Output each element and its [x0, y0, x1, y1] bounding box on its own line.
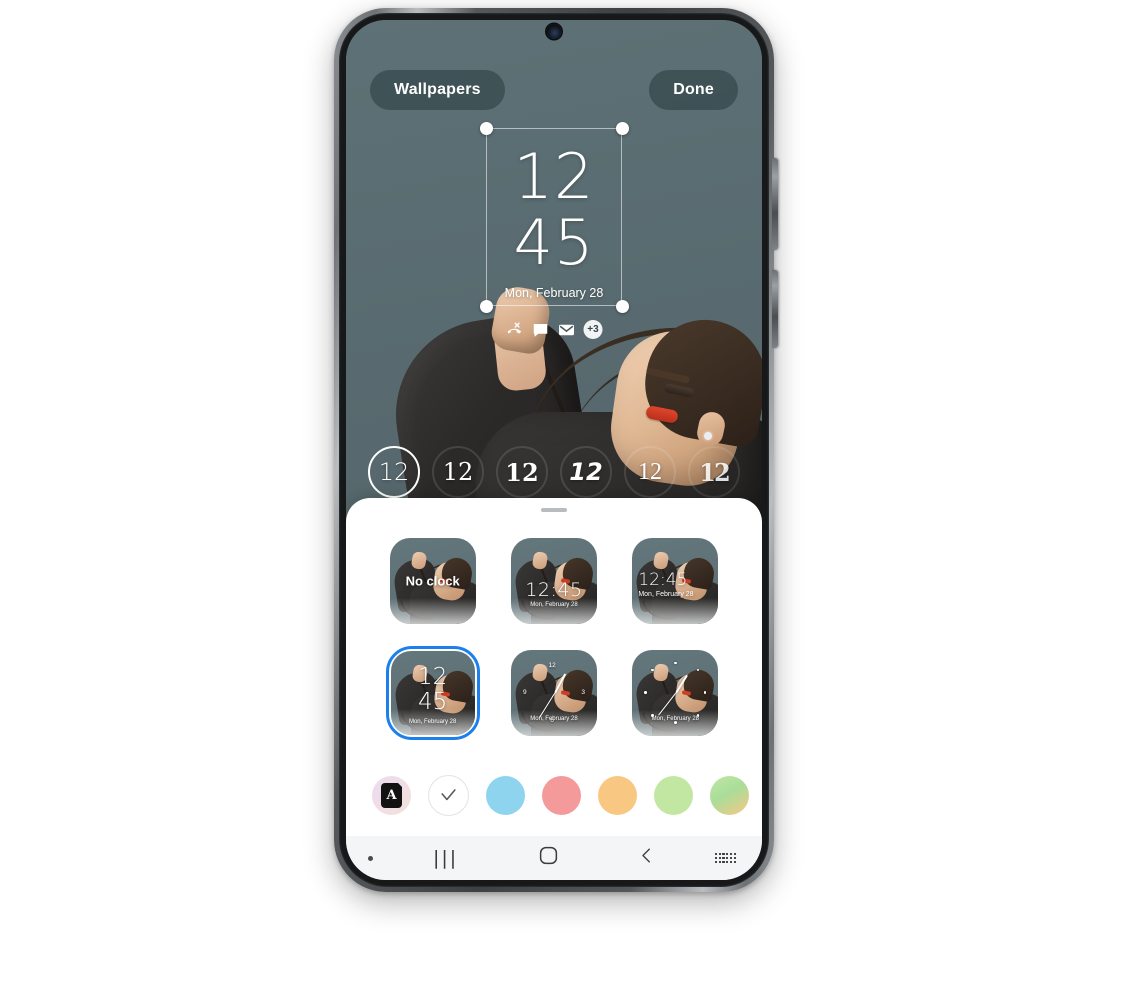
- home-icon: [539, 846, 557, 865]
- color-swatch-pink[interactable]: [542, 776, 581, 815]
- email-icon: [559, 324, 574, 335]
- color-palette-row: A: [346, 775, 762, 836]
- color-swatch-auto[interactable]: [428, 775, 469, 816]
- analog-numeral-12: 12: [548, 661, 556, 669]
- color-swatch-gradient[interactable]: [710, 776, 749, 815]
- analog-minute-hand: [658, 692, 677, 715]
- clock-widget[interactable]: 12 45 Mon, February 28: [479, 121, 629, 313]
- clock-style-option-digital-left[interactable]: 12:45 Mon, February 28: [628, 534, 722, 628]
- resize-handle-bottom-right[interactable]: [615, 299, 629, 313]
- clock-style-thumbnail: 12 45 Mon, February 28: [390, 650, 475, 735]
- clock-style-preview: 12:45 Mon, February 28: [638, 570, 693, 598]
- preview-date: Mon, February 28: [530, 601, 578, 608]
- volume-button[interactable]: [772, 158, 778, 250]
- analog-clock-preview: [644, 661, 707, 724]
- indicator-dot-icon: [368, 855, 373, 861]
- font-a-icon: A: [381, 783, 402, 808]
- clock-style-option-digital-stacked[interactable]: 12 45 Mon, February 28: [385, 645, 480, 740]
- analog-hour-hand: [554, 672, 566, 693]
- clock-style-thumbnail: 12 3 6 9 Mon, February 28: [510, 649, 597, 736]
- color-swatch-green[interactable]: [654, 776, 693, 815]
- font-style-option-0[interactable]: 12: [368, 446, 420, 498]
- analog-clock-preview: 12 3 6 9: [523, 662, 585, 724]
- done-button[interactable]: Done: [649, 70, 738, 110]
- recents-button[interactable]: |||: [433, 847, 458, 869]
- clock-style-thumbnail: No clock: [389, 537, 476, 624]
- notification-overflow-badge[interactable]: +3: [583, 320, 603, 339]
- analog-hour-hand: [675, 674, 688, 693]
- preview-date: Mon, February 28: [408, 718, 457, 725]
- editor-top-bar: Wallpapers Done: [346, 70, 762, 110]
- font-color-style-button[interactable]: A: [372, 776, 411, 815]
- missed-call-icon: [507, 322, 522, 333]
- phone-device: Wallpapers Done 12 45 Mon, February 28 +…: [334, 8, 778, 892]
- clock-style-bottom-sheet: No clock 12:45 Mon, February 28 12:45 Mo…: [346, 498, 762, 836]
- clock-style-thumbnail: 12:45 Mon, February 28: [632, 537, 719, 624]
- preview-date: Mon, February 28: [530, 715, 578, 722]
- clock-style-preview: 12 45 Mon, February 28: [391, 663, 475, 725]
- clock-style-grid: No clock 12:45 Mon, February 28 12:45 Mo…: [346, 512, 762, 740]
- font-style-option-5[interactable]: 12: [688, 446, 740, 498]
- preview-minute: 45: [418, 688, 448, 715]
- preview-time: 12:45: [525, 578, 583, 601]
- font-style-row: 12 12 12 12 12 12: [346, 446, 762, 498]
- wallpaper-figure-earring: [704, 432, 712, 440]
- keyboard-button[interactable]: [714, 853, 736, 863]
- clock-style-option-analog-numerals[interactable]: 12 3 6 9 Mon, February 28: [507, 646, 601, 740]
- resize-handle-top-left[interactable]: [479, 121, 493, 135]
- home-button[interactable]: [538, 845, 559, 871]
- font-style-option-2[interactable]: 12: [496, 446, 548, 498]
- clock-style-label: No clock: [405, 573, 460, 588]
- clock-widget-selection-box: [486, 128, 622, 306]
- clock-style-option-analog-dots[interactable]: Mon, February 28: [628, 646, 722, 740]
- preview-hour: 12: [418, 663, 448, 690]
- clock-style-preview: 12:45 Mon, February 28: [511, 579, 597, 608]
- back-chevron-icon: [642, 848, 650, 863]
- clock-style-thumbnail: Mon, February 28: [632, 649, 719, 736]
- front-camera-icon: [546, 24, 562, 39]
- power-button[interactable]: [772, 270, 778, 348]
- color-swatch-blue[interactable]: [486, 776, 525, 815]
- preview-time: 12:45: [638, 570, 688, 591]
- back-button[interactable]: [638, 846, 655, 870]
- clock-style-option-no-clock[interactable]: No clock: [386, 534, 480, 628]
- font-style-option-4[interactable]: 12: [624, 446, 676, 498]
- phone-screen: Wallpapers Done 12 45 Mon, February 28 +…: [346, 20, 762, 880]
- preview-date: Mon, February 28: [651, 715, 699, 722]
- analog-minute-hand: [538, 692, 556, 718]
- clock-style-option-digital-center[interactable]: 12:45 Mon, February 28: [507, 534, 601, 628]
- preview-date: Mon, February 28: [638, 591, 694, 599]
- wallpapers-button[interactable]: Wallpapers: [370, 70, 505, 110]
- clock-style-thumbnail: 12:45 Mon, February 28: [510, 537, 597, 624]
- color-swatch-orange[interactable]: [598, 776, 637, 815]
- navigation-bar: |||: [346, 836, 762, 880]
- message-icon: [533, 323, 548, 337]
- notification-icon-row: +3: [506, 320, 603, 339]
- font-style-option-1[interactable]: 12: [432, 446, 484, 498]
- analog-numeral-3: 3: [581, 689, 585, 697]
- analog-numeral-9: 9: [522, 689, 527, 697]
- resize-handle-top-right[interactable]: [615, 121, 629, 135]
- font-style-option-3[interactable]: 12: [560, 446, 612, 498]
- check-icon: [441, 789, 456, 801]
- resize-handle-bottom-left[interactable]: [479, 299, 493, 313]
